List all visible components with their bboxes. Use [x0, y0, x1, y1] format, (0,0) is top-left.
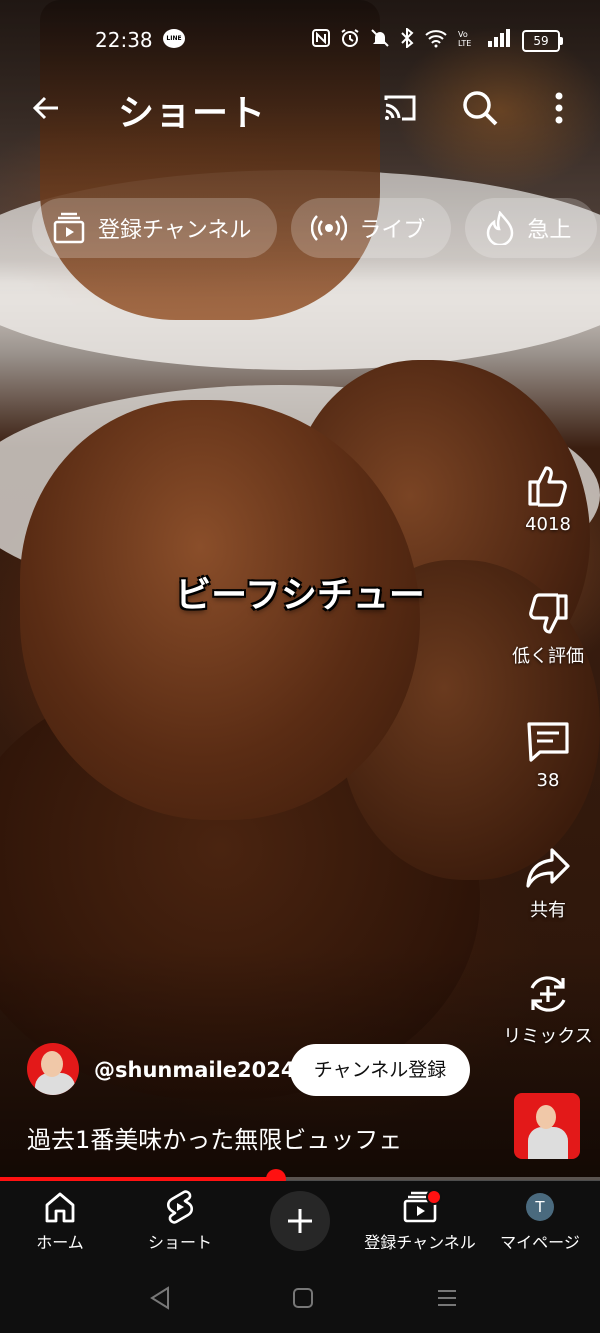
thumbs-up-icon: [528, 466, 567, 507]
chip-subscriptions-label: 登録チャンネル: [98, 218, 252, 243]
like-button[interactable]: 4018: [496, 462, 600, 535]
channel-avatar[interactable]: [27, 1043, 79, 1095]
live-icon: [311, 215, 348, 241]
share-label: 共有: [530, 900, 566, 921]
battery-icon: 59: [522, 29, 563, 52]
more-options-button[interactable]: [546, 88, 572, 128]
cast-icon: [384, 95, 416, 121]
volte-icon: Vo LTE: [458, 29, 478, 52]
like-count: 4018: [525, 514, 571, 535]
notification-dot: [426, 1189, 442, 1205]
subscribe-button[interactable]: チャンネル登録: [290, 1044, 470, 1096]
system-recents-button[interactable]: [432, 1283, 462, 1313]
comment-icon: [527, 722, 569, 762]
page-title: ショート: [118, 93, 267, 134]
chip-trending[interactable]: 急上: [465, 198, 598, 258]
nav-subscriptions[interactable]: 登録チャンネル: [360, 1189, 480, 1253]
nav-you[interactable]: T マイページ: [480, 1189, 600, 1253]
comments-button[interactable]: 38: [496, 718, 600, 791]
sound-thumbnail-person-face: [536, 1105, 556, 1129]
chip-trending-label: 急上: [527, 218, 572, 243]
chip-live-label: ライブ: [359, 218, 426, 243]
shorts-icon: [166, 1190, 194, 1224]
nav-shorts-label: ショート: [147, 1233, 212, 1252]
alarm-icon: [340, 28, 360, 53]
remix-icon: [530, 976, 566, 1012]
dislike-button[interactable]: 低く評価: [496, 590, 600, 668]
create-button[interactable]: [270, 1191, 330, 1251]
sound-thumbnail[interactable]: [514, 1093, 580, 1159]
home-icon: [45, 1192, 75, 1223]
system-navigation-bar: [0, 1261, 600, 1333]
mute-icon: [370, 28, 390, 53]
nav-shorts[interactable]: ショート: [120, 1189, 240, 1253]
menu-recents-icon: [438, 1290, 456, 1306]
remix-button[interactable]: リミックス: [496, 970, 600, 1048]
comment-count: 38: [536, 770, 560, 791]
line-notification-icon: LINE: [163, 29, 185, 48]
svg-text:Vo: Vo: [458, 30, 468, 39]
remix-label: リミックス: [503, 1026, 593, 1047]
video-title[interactable]: 過去1番美味かった無限ビュッフェ: [27, 1120, 402, 1155]
system-home-button[interactable]: [288, 1283, 318, 1313]
signal-icon: [488, 29, 512, 52]
status-icons: Vo LTE 59: [312, 26, 563, 53]
trending-icon: [487, 211, 514, 245]
subscriptions-icon: [53, 212, 85, 244]
dislike-label: 低く評価: [512, 646, 584, 667]
search-button[interactable]: [460, 88, 500, 128]
plus-icon: [288, 1209, 312, 1233]
triangle-back-icon: [150, 1286, 169, 1310]
user-avatar: T: [526, 1193, 554, 1221]
chip-subscriptions[interactable]: 登録チャンネル: [32, 198, 278, 258]
shorts-header: ショート: [0, 78, 600, 138]
feed-filter-chips: 登録チャンネル ライブ 急上: [32, 198, 598, 260]
status-time: 22:38: [95, 28, 153, 52]
square-home-icon: [293, 1288, 313, 1308]
svg-text:LTE: LTE: [458, 39, 471, 47]
thumbs-down-icon: [529, 593, 568, 634]
wifi-icon: [424, 28, 448, 53]
status-bar: 22:38 LINE Vo LTE 59: [0, 20, 600, 60]
sound-thumbnail-person-body: [528, 1127, 568, 1159]
nav-you-label: マイページ: [500, 1233, 580, 1252]
chip-live[interactable]: ライブ: [291, 198, 452, 258]
arrow-left-icon: [32, 96, 58, 120]
nav-subscriptions-label: 登録チャンネル: [364, 1233, 476, 1252]
nav-home-label: ホーム: [36, 1233, 84, 1252]
more-vertical-icon: [555, 92, 563, 124]
bluetooth-icon: [400, 26, 414, 53]
system-back-button[interactable]: [146, 1283, 176, 1313]
share-button[interactable]: 共有: [496, 844, 600, 922]
search-icon: [463, 91, 498, 126]
cast-button[interactable]: [382, 90, 418, 126]
share-icon: [526, 848, 570, 888]
bottom-navigation: ホーム ショート 登録チャンネル T マイページ: [0, 1181, 600, 1261]
channel-handle[interactable]: @shunmaile2024: [94, 1058, 296, 1082]
back-button[interactable]: [28, 90, 64, 126]
nav-home[interactable]: ホーム: [0, 1189, 120, 1253]
nfc-icon: [312, 29, 330, 52]
avatar-person-face: [41, 1051, 63, 1077]
